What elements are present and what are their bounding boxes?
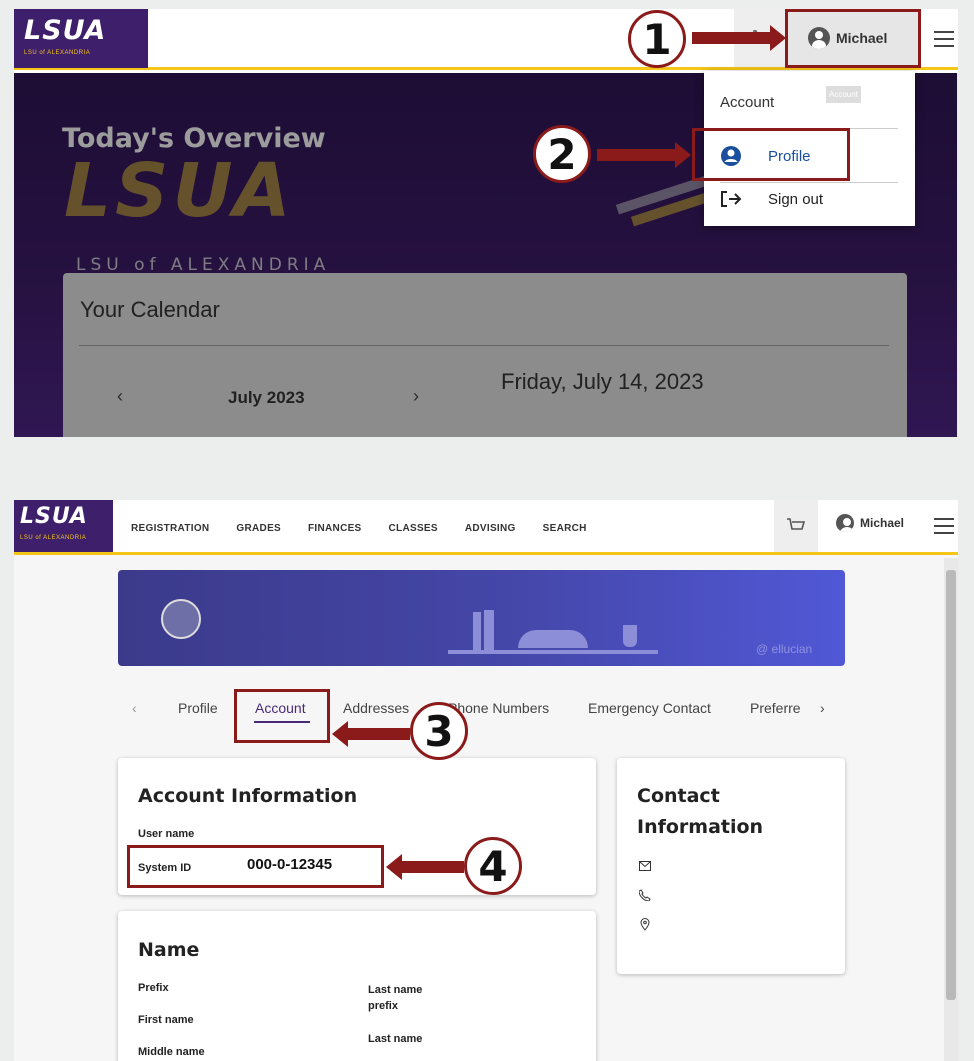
last-name-prefix-label: Last name prefix xyxy=(368,984,423,1012)
account-tooltip: Account xyxy=(826,86,861,103)
tabs-scroll-left-icon[interactable]: ‹ xyxy=(132,700,137,716)
nav-item-advising[interactable]: ADVISING xyxy=(465,523,516,534)
tab-profile[interactable]: Profile xyxy=(178,700,218,716)
callout-arrow xyxy=(597,149,677,161)
callout-box-user-menu xyxy=(785,9,921,68)
nav-item-finances[interactable]: FINANCES xyxy=(308,523,362,534)
contact-card-title-line1: Contact xyxy=(637,785,720,807)
user-menu-button[interactable]: Michael xyxy=(836,514,904,532)
lsua-logo[interactable]: LSUA LSU of ALEXANDRIA xyxy=(14,500,113,552)
tabs-scroll-right-icon[interactable]: › xyxy=(820,700,825,716)
main-nav: REGISTRATION GRADES FINANCES CLASSES ADVISIN… xyxy=(131,523,587,534)
dropdown-item-label: Sign out xyxy=(768,190,824,208)
ellucian-brand: @ ellucian xyxy=(756,642,813,656)
tab-emergency-contact[interactable]: Emergency Contact xyxy=(588,700,711,716)
name-card-title: Name xyxy=(138,939,200,961)
scrollbar[interactable] xyxy=(957,73,958,437)
prefix-label: Prefix xyxy=(138,982,169,994)
callout-arrowhead xyxy=(386,854,402,880)
sign-out-icon xyxy=(721,191,742,207)
callout-arrowhead xyxy=(770,25,786,51)
banner-plant-illustration xyxy=(623,625,637,647)
callout-arrow xyxy=(692,32,772,44)
banner-book-illustration xyxy=(473,612,481,650)
nav-item-search[interactable]: SEARCH xyxy=(543,523,587,534)
mail-icon xyxy=(639,861,651,871)
logo-mark: LSUA xyxy=(20,504,88,529)
logo-subtitle: LSU of ALEXANDRIA xyxy=(20,535,87,541)
scrollbar-thumb[interactable] xyxy=(946,570,956,1000)
contact-card-title-line2: Information xyxy=(637,816,764,838)
banner-book-illustration xyxy=(484,610,494,650)
logo-mark: LSUA xyxy=(24,15,107,46)
callout-number: 3 xyxy=(410,702,468,760)
nav-item-classes[interactable]: CLASSES xyxy=(389,523,438,534)
callout-number: 4 xyxy=(464,837,522,895)
nav-item-registration[interactable]: REGISTRATION xyxy=(131,523,209,534)
callout-arrow xyxy=(402,861,464,873)
last-name-label: Last name xyxy=(368,1033,423,1045)
profile-avatar[interactable] xyxy=(161,599,201,639)
top-screenshot-panel: LSUA LSU of ALEXANDRIA Michael LSUA LSU … xyxy=(14,9,958,437)
tab-preferences[interactable]: Preferre xyxy=(750,700,806,716)
cart-button[interactable] xyxy=(774,500,818,552)
banner-shelf-illustration xyxy=(448,650,658,654)
location-icon xyxy=(640,918,650,931)
dropdown-item-sign-out[interactable]: Sign out xyxy=(720,190,823,208)
account-card-title: Account Information xyxy=(138,785,358,807)
hamburger-menu-icon[interactable] xyxy=(934,31,954,47)
profile-banner: @ ellucian xyxy=(118,570,845,666)
hamburger-menu-icon[interactable] xyxy=(934,518,954,534)
callout-arrowhead xyxy=(675,142,691,168)
callout-box-system-id xyxy=(127,845,384,888)
tab-phone-numbers[interactable]: Phone Numbers xyxy=(448,700,549,716)
middle-name-label: Middle name xyxy=(138,1046,205,1058)
phone-icon xyxy=(639,889,651,901)
user-name-label: User name xyxy=(138,828,195,840)
callout-box-account-tab xyxy=(234,689,330,743)
contact-information-card: Contact Information xyxy=(617,758,845,974)
callout-arrow xyxy=(348,728,410,740)
name-card: Name Prefix First name Middle name Last … xyxy=(118,911,596,1061)
tab-addresses[interactable]: Addresses xyxy=(343,700,409,716)
logo-subtitle: LSU of ALEXANDRIA xyxy=(24,50,91,56)
banner-book-illustration xyxy=(518,630,588,648)
lsua-logo[interactable]: LSUA LSU of ALEXANDRIA xyxy=(14,9,148,68)
profile-tabs: ‹ Profile Account Addresses Phone Number… xyxy=(118,696,845,726)
dropdown-divider xyxy=(720,182,898,183)
callout-number: 2 xyxy=(533,125,591,183)
dropdown-heading: Account xyxy=(720,94,775,111)
user-avatar-icon xyxy=(836,514,854,532)
bottom-screenshot-panel: LSUA LSU of ALEXANDRIA REGISTRATION GRADE… xyxy=(14,500,958,1061)
callout-number: 1 xyxy=(628,10,686,68)
bottom-header-bar: LSUA LSU of ALEXANDRIA REGISTRATION GRADE… xyxy=(14,500,958,555)
cart-icon xyxy=(787,518,806,530)
callout-arrowhead xyxy=(332,721,348,747)
callout-box-profile xyxy=(692,128,850,181)
nav-item-grades[interactable]: GRADES xyxy=(236,523,281,534)
first-name-label: First name xyxy=(138,1014,194,1026)
user-name: Michael xyxy=(860,516,905,530)
